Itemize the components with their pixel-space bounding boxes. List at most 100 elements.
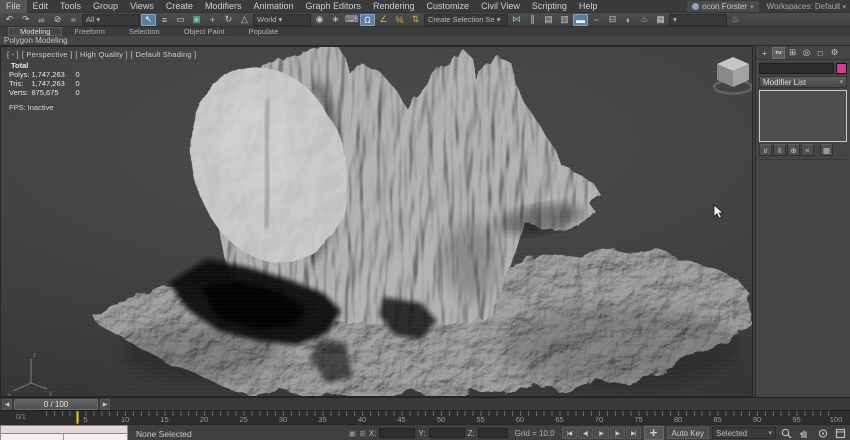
percent-snap-toggle-icon[interactable]: % <box>392 14 407 26</box>
toggle-ribbon-icon[interactable]: ▬ <box>573 14 588 26</box>
track-bar[interactable]: 0/1 510152025303540455055606570758085909… <box>0 410 850 424</box>
undo-icon[interactable]: ↶ <box>2 14 17 26</box>
next-frame-arrow[interactable]: ▶ <box>100 399 110 410</box>
key-filters-dropdown[interactable]: Selected ▾ <box>712 427 776 439</box>
toggle-scene-explorer-icon[interactable]: ▤ <box>541 14 556 26</box>
pin-stack-icon[interactable]: ∨ <box>759 144 772 156</box>
make-unique-icon[interactable]: ⊕ <box>787 144 800 156</box>
go-to-end-button[interactable]: ▶| <box>626 427 641 439</box>
select-and-rotate-icon[interactable]: ↻ <box>221 14 236 26</box>
menu-item[interactable]: Modifiers <box>199 0 248 13</box>
maxscript-mini-listener[interactable] <box>0 434 128 440</box>
motion-tab[interactable]: ◎ <box>800 47 813 59</box>
time-slider-handle[interactable]: 0 / 100 <box>14 399 98 410</box>
render-preset-dropdown[interactable]: ▾ <box>669 14 727 26</box>
curve-editor-icon[interactable]: ~ <box>589 14 604 26</box>
viewport-label[interactable]: [ - ][ Perspective ][ High Quality ] [ De… <box>7 50 199 59</box>
menu-item[interactable]: Create <box>160 0 199 13</box>
y-coordinate-field[interactable] <box>429 428 465 438</box>
absolute-offset-mode-toggle-icon[interactable]: ⊞ <box>359 429 366 438</box>
menu-item[interactable]: Graph Editors <box>299 0 367 13</box>
spinner-snap-toggle-icon[interactable]: ⇅ <box>408 14 423 26</box>
menu-item[interactable]: Help <box>573 0 604 13</box>
ribbon-tab[interactable]: Selection <box>117 27 172 36</box>
select-and-manipulate-icon[interactable]: ∗ <box>328 14 343 26</box>
angle-snap-toggle-icon[interactable]: ∠ <box>376 14 391 26</box>
ribbon-tab[interactable]: Populate <box>237 27 291 36</box>
render-production-icon[interactable]: ♨ <box>728 14 743 26</box>
x-coordinate-field[interactable] <box>379 428 415 438</box>
next-frame-button[interactable]: |▶ <box>610 427 625 439</box>
menu-item[interactable]: Civil View <box>475 0 526 13</box>
ribbon-panel-bar[interactable]: Polygon Modeling <box>0 36 850 46</box>
mirror-icon[interactable]: ⋈ <box>509 14 524 26</box>
viewport-label-part[interactable]: [ - ] <box>7 50 19 59</box>
rendered-frame-window-icon[interactable]: ▦ <box>653 14 668 26</box>
keyboard-shortcut-override-icon[interactable]: ⌨ <box>344 14 359 26</box>
reference-coordinate-system-dropdown[interactable]: World ▾ <box>253 14 311 26</box>
rectangular-selection-region-icon[interactable]: ▭ <box>173 14 188 26</box>
pan-tool-icon[interactable] <box>797 427 812 439</box>
modifier-list-dropdown[interactable]: Modifier List ▾ <box>759 76 847 88</box>
utilities-tab[interactable]: ⚙ <box>828 47 841 59</box>
ribbon-tab[interactable]: Object Paint <box>172 27 237 36</box>
select-and-move-icon[interactable]: + <box>205 14 220 26</box>
go-to-start-button[interactable]: |◀ <box>562 427 577 439</box>
maximize-viewport-toggle-icon[interactable] <box>833 427 848 439</box>
play-button[interactable]: ▶ <box>594 427 609 439</box>
material-editor-icon[interactable]: ◐ <box>621 14 636 26</box>
zoom-tool-icon[interactable] <box>779 427 794 439</box>
remove-modifier-icon[interactable]: × <box>801 144 814 156</box>
align-icon[interactable]: ∥ <box>525 14 540 26</box>
set-key-button[interactable]: + <box>644 426 664 440</box>
current-frame-marker[interactable] <box>76 411 79 424</box>
object-color-swatch[interactable] <box>836 63 847 74</box>
select-object-icon[interactable]: ↖ <box>141 14 156 26</box>
menu-item[interactable]: File <box>0 0 27 13</box>
menu-item[interactable]: Edit <box>27 0 55 13</box>
snaps-toggle-icon[interactable]: Ω <box>360 14 375 26</box>
viewport-label-part[interactable]: [ Default Shading ] <box>131 50 197 59</box>
modifier-stack-list[interactable] <box>759 90 847 142</box>
selection-filter-dropdown[interactable]: All ▾ <box>82 14 140 26</box>
modify-tab[interactable]: ∾ <box>772 47 785 59</box>
previous-frame-arrow[interactable]: ◀ <box>2 399 12 410</box>
selection-lock-toggle-icon[interactable]: ▣ <box>349 429 357 438</box>
maxscript-macro-recorder[interactable] <box>0 425 128 434</box>
toggle-layer-explorer-icon[interactable]: ▥ <box>557 14 572 26</box>
previous-frame-button[interactable]: ◀| <box>578 427 593 439</box>
window-crossing-toggle-icon[interactable]: ▣ <box>189 14 204 26</box>
hierarchy-tab[interactable]: ⊞ <box>786 47 799 59</box>
workspace-dropdown[interactable]: Workspaces: Default ▾ <box>767 2 846 11</box>
create-tab[interactable]: + <box>758 47 771 59</box>
named-selection-sets-combo[interactable]: Create Selection Se ▾ <box>424 14 508 26</box>
viewport-label-part[interactable]: [ High Quality ] <box>75 50 127 59</box>
auto-key-button[interactable]: Auto Key <box>667 427 709 439</box>
object-name-field[interactable] <box>759 63 834 74</box>
use-pivot-point-center-icon[interactable]: ◉ <box>312 14 327 26</box>
redo-icon[interactable]: ↷ <box>18 14 33 26</box>
select-and-link-icon[interactable]: ∞ <box>34 14 49 26</box>
menu-item[interactable]: Animation <box>247 0 299 13</box>
viewport-label-part[interactable]: [ Perspective ] <box>22 50 73 59</box>
bind-to-space-warp-icon[interactable]: ≈ <box>66 14 81 26</box>
menu-item[interactable]: Scripting <box>526 0 573 13</box>
menu-item[interactable]: Tools <box>54 0 87 13</box>
menu-item[interactable]: Views <box>124 0 160 13</box>
menu-item[interactable]: Customize <box>421 0 476 13</box>
render-setup-icon[interactable]: ♨ <box>637 14 652 26</box>
unlink-selection-icon[interactable]: ⊘ <box>50 14 65 26</box>
user-account-dropdown[interactable]: ocon Forster ▾ <box>687 1 758 12</box>
menu-item[interactable]: Group <box>87 0 124 13</box>
ribbon-tab[interactable]: Modeling <box>8 27 62 36</box>
schematic-view-icon[interactable]: ⊟ <box>605 14 620 26</box>
orbit-tool-icon[interactable] <box>815 427 830 439</box>
select-by-name-icon[interactable]: ≡ <box>157 14 172 26</box>
z-coordinate-field[interactable] <box>478 428 508 438</box>
menu-item[interactable]: Rendering <box>367 0 421 13</box>
viewport-canvas[interactable]: xyz [ - ][ Perspective ][ High Quality ]… <box>0 46 753 397</box>
select-and-scale-icon[interactable]: △ <box>237 14 252 26</box>
display-tab[interactable]: □ <box>814 47 827 59</box>
show-end-result-icon[interactable]: ‖ <box>773 144 786 156</box>
configure-modifier-sets-icon[interactable]: ▦ <box>820 144 833 156</box>
